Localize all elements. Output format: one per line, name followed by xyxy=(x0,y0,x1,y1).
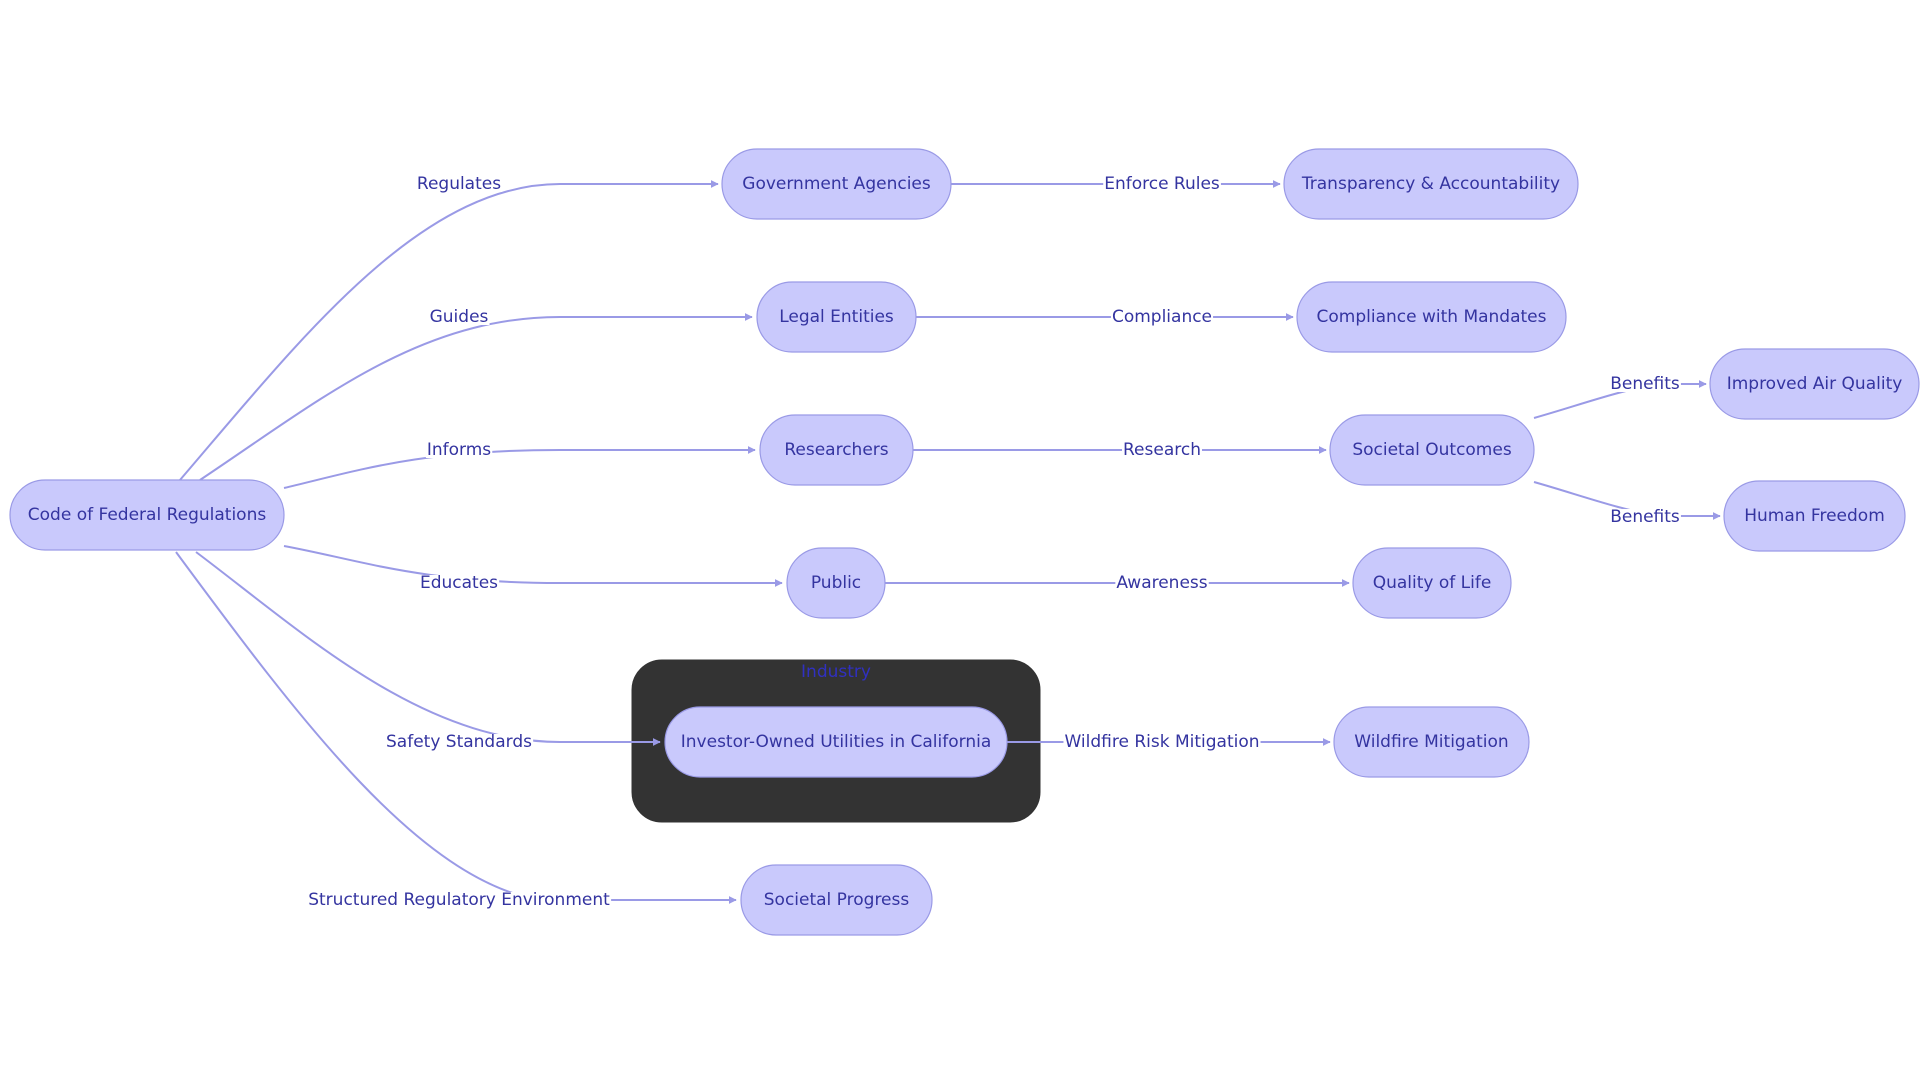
node-label: Improved Air Quality xyxy=(1727,374,1903,394)
edge-label-text: Guides xyxy=(430,307,489,327)
edge-label-text: Informs xyxy=(427,440,491,460)
edge-cfr-to-gov xyxy=(179,180,719,481)
node-label: Government Agencies xyxy=(742,174,931,194)
edge-label-text: Benefits xyxy=(1610,507,1680,527)
node-label: Human Freedom xyxy=(1744,506,1885,526)
cluster-industry-label: Industry xyxy=(801,662,871,682)
node-wm[interactable]: Wildfire Mitigation xyxy=(1333,706,1530,778)
node-label: Researchers xyxy=(784,440,888,460)
node-label: Societal Progress xyxy=(764,890,910,910)
edge-line xyxy=(283,446,756,489)
edge-label-text: Structured Regulatory Environment xyxy=(308,890,610,910)
node-res[interactable]: Researchers xyxy=(759,414,914,486)
node-label: Public xyxy=(811,573,861,593)
node-sp[interactable]: Societal Progress xyxy=(740,864,933,936)
node-label: Compliance with Mandates xyxy=(1317,307,1547,327)
node-cfr[interactable]: Code of Federal Regulations xyxy=(9,479,285,551)
node-label: Quality of Life xyxy=(1373,573,1492,593)
edge-label-res-to-socout: Research xyxy=(1122,440,1202,460)
edge-line xyxy=(179,180,719,481)
node-label: Legal Entities xyxy=(779,307,894,327)
edge-cfr-to-res xyxy=(283,446,756,489)
edge-label-gov-to-trans: Enforce Rules xyxy=(1103,174,1221,194)
edge-label-text: Research xyxy=(1123,440,1201,460)
edge-label-socout-to-iaq: Benefits xyxy=(1609,374,1681,394)
node-qol[interactable]: Quality of Life xyxy=(1352,547,1512,619)
node-label: Investor-Owned Utilities in California xyxy=(681,732,991,752)
edge-label-cfr-to-sp: Structured Regulatory Environment xyxy=(307,890,612,910)
edge-label-cfr-to-iou: Safety Standards xyxy=(385,732,534,752)
edge-label-public-to-qol: Awareness xyxy=(1115,573,1209,593)
edge-label-text: Safety Standards xyxy=(386,732,532,752)
edge-label-iou-to-wm: Wildfire Risk Mitigation xyxy=(1063,732,1261,752)
node-hf[interactable]: Human Freedom xyxy=(1723,480,1906,552)
node-gov[interactable]: Government Agencies xyxy=(721,148,952,220)
node-label: Transparency & Accountability xyxy=(1301,174,1560,194)
node-public[interactable]: Public xyxy=(786,547,886,619)
edge-cfr-to-public xyxy=(283,545,783,587)
flowchart-diagram: Industry Regulates Guides Informs Educates S… xyxy=(9,148,1920,936)
node-legal[interactable]: Legal Entities xyxy=(756,281,917,353)
node-iaq[interactable]: Improved Air Quality xyxy=(1709,348,1920,420)
edge-label-text: Benefits xyxy=(1610,374,1680,394)
node-compl[interactable]: Compliance with Mandates xyxy=(1296,281,1567,353)
edge-label-text: Enforce Rules xyxy=(1104,174,1220,194)
edge-label-text: Regulates xyxy=(417,174,501,194)
edge-label-cfr-to-gov: Regulates xyxy=(415,174,503,194)
edge-label-text: Educates xyxy=(420,573,498,593)
node-label: Code of Federal Regulations xyxy=(28,505,267,525)
node-iou[interactable]: Investor-Owned Utilities in California xyxy=(664,706,1008,778)
node-trans[interactable]: Transparency & Accountability xyxy=(1283,148,1579,220)
edge-label-text: Awareness xyxy=(1116,573,1207,593)
edge-line xyxy=(283,545,783,587)
edge-label-text: Compliance xyxy=(1112,307,1212,327)
node-socout[interactable]: Societal Outcomes xyxy=(1329,414,1535,486)
edge-label-cfr-to-public: Educates xyxy=(418,573,500,593)
edge-label-text: Wildfire Risk Mitigation xyxy=(1064,732,1259,752)
edge-label-cfr-to-res: Informs xyxy=(425,440,493,460)
node-label: Societal Outcomes xyxy=(1352,440,1512,460)
edge-label-socout-to-hf: Benefits xyxy=(1609,507,1681,527)
node-label: Wildfire Mitigation xyxy=(1354,732,1508,752)
edge-label-legal-to-compl: Compliance xyxy=(1110,307,1214,327)
edge-label-cfr-to-legal: Guides xyxy=(428,307,490,327)
